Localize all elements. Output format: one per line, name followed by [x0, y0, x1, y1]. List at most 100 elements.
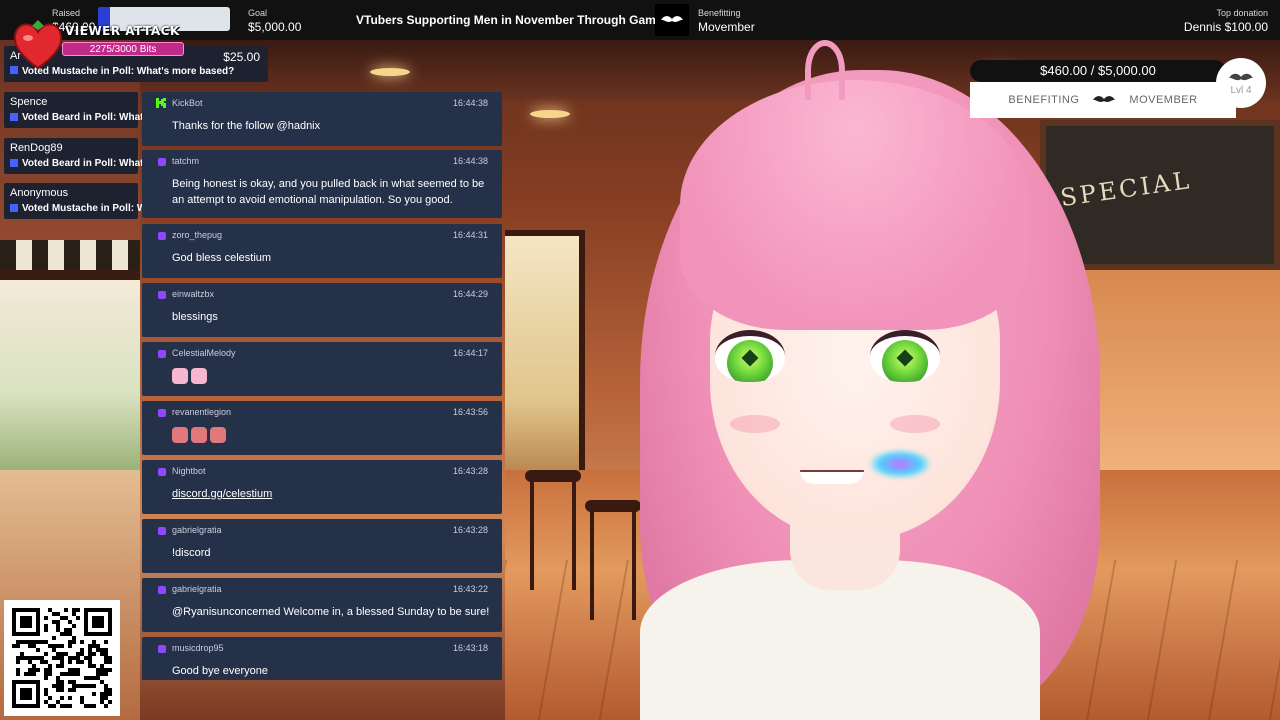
emote-icon	[191, 368, 207, 385]
ceiling-lamp	[370, 68, 410, 76]
bits-progress-bar: 2275/3000 Bits	[62, 42, 184, 56]
chat-message: gabrielgratia 16:43:28 !discord	[142, 519, 502, 573]
poll-alert-text: Voted Beard in Poll: What	[22, 112, 144, 123]
poll-alert-item: RenDog89 Voted Beard in Poll: What	[4, 138, 143, 174]
poll-alert-name: Anonymous	[10, 187, 69, 199]
chat-message: revanentlegion 16:43:56	[142, 401, 502, 455]
ceiling-lamp	[530, 110, 570, 118]
mustache-icon	[655, 4, 689, 36]
chat-text: Being honest is okay, and you pulled bac…	[172, 178, 485, 206]
goal-progress-text: $460.00 / $5,000.00	[1040, 63, 1156, 78]
chat-username: musicdrop95	[172, 643, 224, 653]
benefiting-org: MOVEMBER	[1129, 94, 1198, 106]
poll-alert-text: Voted Mustache in Poll: W	[22, 203, 147, 214]
chat-username: einwaltzbx	[172, 289, 215, 299]
campaign-title: VTubers Supporting Men in November Throu…	[356, 13, 674, 27]
chat-message: gabrielgratia 16:43:22 @Ryanisunconcerne…	[142, 578, 502, 632]
poll-alert-name: Spence	[10, 96, 48, 108]
chat-text: Good bye everyone	[172, 665, 269, 677]
top-donation-value: Dennis $100.00	[1183, 20, 1268, 34]
avatar-mouth	[800, 470, 864, 484]
heart-pupil-icon	[896, 349, 914, 367]
chat-message: tatchm 16:44:38 Being honest is okay, an…	[142, 150, 502, 218]
kick-badge-icon	[156, 98, 166, 108]
chat-username: zoro_thepug	[172, 230, 223, 240]
striped-awning	[0, 240, 140, 274]
avatar-ahoge	[805, 40, 845, 100]
stool-leg	[530, 480, 534, 590]
chat-username: KickBot	[172, 98, 203, 108]
poll-alert-name: RenDog89	[10, 142, 63, 154]
qr-code[interactable]	[4, 600, 120, 716]
stool-leg	[590, 510, 594, 620]
chat-message: Nightbot 16:43:28 discord.gg/celestium	[142, 460, 502, 514]
chat-text: @Ryanisunconcerned Welcome in, a blessed…	[172, 606, 490, 618]
charity-top-bar: Raised $460.00 Goal $5,000.00 VTubers Su…	[0, 0, 1280, 40]
chat-username: revanentlegion	[172, 407, 232, 417]
poll-alert-message: Voted Mustache in Poll: W	[10, 203, 146, 214]
twitch-badge-icon	[158, 232, 166, 240]
avatar-left-eye	[715, 330, 785, 382]
chat-message: zoro_thepug 16:44:31 God bless celestium	[142, 224, 502, 278]
discord-link[interactable]: discord.gg/celestium	[172, 486, 498, 502]
twitch-badge-icon	[158, 527, 166, 535]
poll-alert-text: Voted Beard in Poll: What	[22, 158, 144, 169]
chat-emotes	[172, 427, 498, 444]
chat-text: blessings	[172, 311, 218, 323]
emote-icon	[210, 427, 226, 444]
chat-message: CelestialMelody 16:44:17	[142, 342, 502, 396]
chat-message: einwaltzbx 16:44:29 blessings	[142, 283, 502, 337]
goal-label: Goal	[248, 8, 268, 18]
poll-alert-item: Anonymous Voted Mustache in Poll: W	[4, 183, 146, 219]
stool-leg	[572, 480, 576, 590]
avatar-blush	[730, 415, 780, 433]
chat-panel[interactable]: KickBot 16:44:38 Thanks for the follow @…	[138, 92, 506, 680]
chat-timestamp: 16:44:17	[452, 348, 488, 358]
chat-text: Thanks for the follow @hadnix	[172, 120, 321, 132]
twitch-badge-icon	[158, 409, 166, 417]
chat-timestamp: 16:43:18	[452, 643, 488, 653]
chat-username: tatchm	[172, 156, 200, 166]
goal-progress-bar: $460.00 / $5,000.00	[970, 60, 1226, 82]
emote-icon	[172, 427, 188, 444]
mustache-icon	[1229, 73, 1253, 80]
sparkle-effect	[870, 450, 930, 478]
chat-timestamp: 16:44:38	[452, 98, 488, 108]
chat-username: Nightbot	[172, 466, 206, 476]
goal-benefiting-row: BENEFITING MOVEMBER	[970, 82, 1236, 118]
goal-value: $5,000.00	[248, 20, 302, 34]
chat-text: God bless celestium	[172, 252, 272, 264]
twitch-badge-icon	[158, 291, 166, 299]
vtuber-avatar	[600, 40, 1120, 720]
chat-timestamp: 16:43:56	[452, 407, 488, 417]
viewer-attack-title: VIEWER ATTACK	[65, 24, 180, 38]
chat-timestamp: 16:43:22	[452, 584, 488, 594]
chat-timestamp: 16:44:38	[452, 156, 488, 166]
chat-username: gabrielgratia	[172, 525, 222, 535]
cafe-doorway	[505, 230, 585, 480]
poll-alert-message: Voted Beard in Poll: What	[10, 112, 143, 123]
chat-timestamp: 16:43:28	[452, 525, 488, 535]
avatar-iris	[882, 340, 928, 382]
chat-username: CelestialMelody	[172, 348, 236, 358]
avatar-right-eye	[870, 330, 940, 382]
twitch-badge-icon	[158, 468, 166, 476]
top-donation-label: Top donation	[1216, 8, 1268, 18]
emote-icon	[191, 427, 207, 444]
goal-level-text: Lvl 4	[1230, 84, 1252, 96]
chat-message: musicdrop95 16:43:18 Good bye everyone	[142, 637, 502, 680]
avatar-blush	[890, 415, 940, 433]
chat-message: KickBot 16:44:38 Thanks for the follow @…	[142, 92, 502, 146]
poll-alert-message: Voted Beard in Poll: What	[10, 158, 143, 169]
cafe-window	[0, 270, 140, 470]
chat-timestamp: 16:43:28	[452, 466, 488, 476]
donation-goal-widget: $460.00 / $5,000.00 BENEFITING MOVEMBER …	[970, 58, 1270, 118]
avatar-iris	[727, 340, 773, 382]
mustache-icon	[1093, 96, 1116, 102]
benefitting-value: Movember	[698, 20, 755, 34]
chat-emotes	[172, 368, 498, 385]
tomato-heart-icon	[13, 20, 63, 70]
qr-code-image	[12, 608, 112, 708]
chat-timestamp: 16:44:29	[452, 289, 488, 299]
poll-alert-amount: $25.00	[223, 50, 260, 64]
